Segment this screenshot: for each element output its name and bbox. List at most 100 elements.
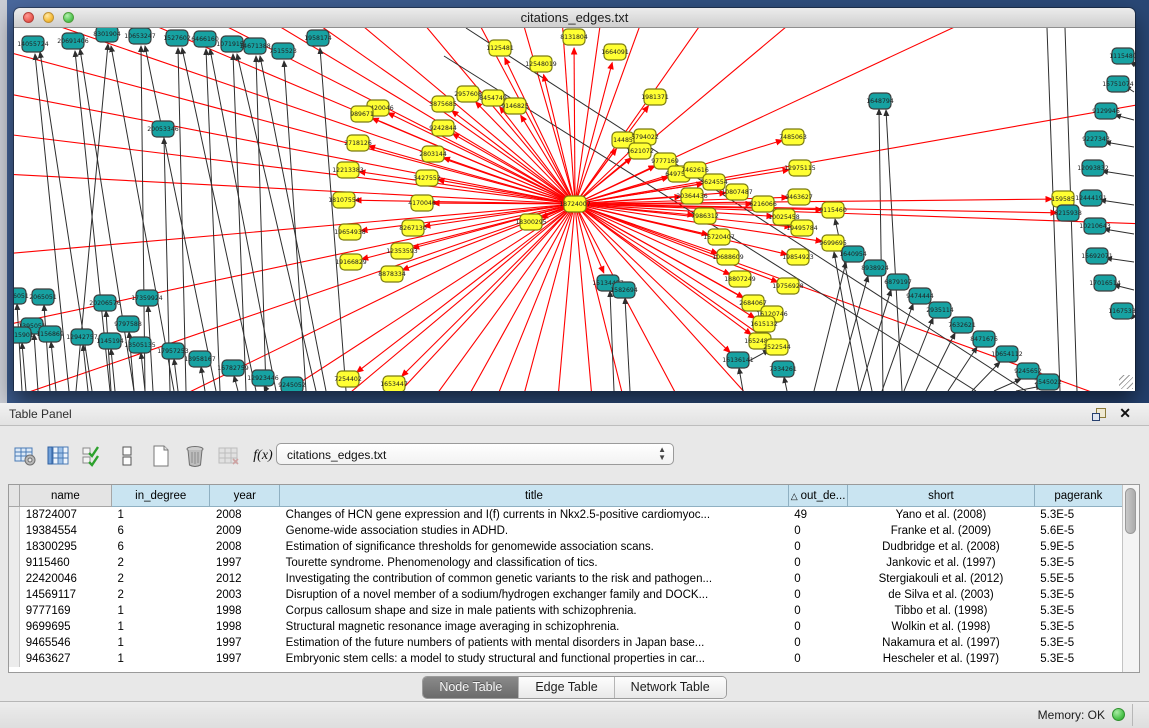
table-row[interactable]: 1872400712008Changes of HCN gene express…	[9, 507, 1123, 524]
network-node[interactable]: 2516051	[14, 288, 29, 304]
network-node[interactable]: 1648794	[866, 93, 894, 109]
network-node[interactable]: 1615132	[750, 316, 778, 332]
network-node[interactable]: 10807487	[721, 184, 753, 200]
network-node[interactable]: 2522544	[763, 339, 791, 355]
network-node[interactable]: 3624554	[700, 174, 728, 190]
table-row[interactable]: 1830029562008Estimation of significance …	[9, 539, 1123, 555]
network-node[interactable]: 1125481	[486, 40, 514, 56]
show-columns-icon[interactable]	[44, 442, 74, 470]
network-node[interactable]: 2545022	[1034, 374, 1062, 390]
select-rows-icon[interactable]	[78, 442, 108, 470]
window-resize-grip[interactable]	[1119, 375, 1133, 389]
network-node[interactable]: 3915901	[14, 327, 34, 343]
merge-tables-icon[interactable]	[112, 442, 142, 470]
network-node[interactable]: 1621072	[626, 143, 654, 159]
network-node[interactable]: 19654938	[334, 224, 366, 240]
network-node[interactable]: 8471676	[970, 331, 998, 347]
network-node[interactable]: 1653447	[380, 376, 408, 391]
tab-node-table[interactable]: Node Table	[423, 677, 519, 698]
table-settings-icon[interactable]	[10, 442, 40, 470]
network-node[interactable]: 9115460	[819, 202, 847, 218]
network-node[interactable]: 1115480	[1109, 48, 1135, 64]
network-node[interactable]: 6466160	[191, 31, 219, 47]
network-node[interactable]: 3875685	[429, 96, 457, 112]
network-node[interactable]: 9227343	[1082, 131, 1110, 147]
network-node[interactable]: 1527602	[163, 30, 191, 46]
network-node[interactable]: 1640954	[839, 246, 867, 262]
network-node[interactable]: 9797588	[114, 316, 142, 332]
network-node[interactable]: 12923446	[247, 370, 279, 386]
table-row[interactable]: 1938455462009Genome-wide association stu…	[9, 523, 1123, 539]
network-node[interactable]: 7254402	[334, 371, 362, 387]
scrollbar-thumb[interactable]	[1125, 488, 1136, 534]
network-node[interactable]: 9474444	[906, 288, 934, 304]
network-node[interactable]: 6216066	[749, 196, 777, 212]
network-node[interactable]: 12213383	[332, 162, 364, 178]
tab-edge-table[interactable]: Edge Table	[519, 677, 614, 698]
network-node[interactable]: 7986312	[691, 208, 719, 224]
network-node[interactable]: 10688609	[712, 249, 744, 265]
network-node[interactable]: 19854923	[782, 249, 814, 265]
network-node[interactable]: 20691406	[57, 33, 89, 49]
network-node[interactable]: 9146825	[501, 98, 529, 114]
network-node[interactable]: 18300295	[515, 214, 547, 230]
network-node[interactable]: 14055724	[17, 36, 49, 52]
network-node[interactable]: 9245052	[278, 377, 306, 391]
network-node[interactable]: 1664091	[601, 44, 629, 60]
network-node[interactable]: 6879197	[884, 274, 912, 290]
network-node[interactable]: 7334261	[769, 361, 797, 377]
network-node[interactable]: 2935114	[926, 302, 954, 318]
network-node[interactable]: 16136141	[722, 352, 754, 368]
network-node[interactable]: 1981371	[641, 89, 669, 105]
network-node[interactable]: 18107554	[328, 192, 360, 208]
network-window-titlebar[interactable]: citations_edges.txt	[14, 8, 1135, 28]
network-node[interactable]: 2803144	[419, 146, 447, 162]
network-node[interactable]: 7632621	[948, 317, 976, 333]
network-node[interactable]: 10653247	[124, 28, 156, 44]
column-header-name[interactable]: name	[19, 485, 111, 507]
network-node[interactable]: 7515523	[269, 43, 297, 59]
column-header-pagerank[interactable]: pagerank	[1034, 485, 1122, 507]
table-vertical-scrollbar[interactable]	[1122, 485, 1139, 672]
network-node[interactable]: 10210643	[1079, 218, 1111, 234]
delete-table-icon[interactable]	[180, 442, 210, 470]
network-node[interactable]: 8131804	[560, 29, 588, 45]
network-view-canvas[interactable]: 1872400718300295224200469896712718126122…	[14, 28, 1135, 391]
table-row[interactable]: 946554611997Estimation of the future num…	[9, 635, 1123, 651]
close-panel-icon[interactable]: ✕	[1119, 405, 1131, 422]
network-node[interactable]: 8938924	[861, 260, 889, 276]
network-node[interactable]: 12444191	[1075, 190, 1107, 206]
network-node[interactable]: 8301904	[93, 28, 121, 42]
network-node[interactable]: 17016514	[1089, 275, 1121, 291]
column-header-out-de-[interactable]: △out_de...	[788, 485, 847, 507]
network-node[interactable]: 12353593	[386, 243, 418, 259]
network-node[interactable]: 15692071	[1081, 248, 1113, 264]
network-node[interactable]: 1167533	[1108, 303, 1135, 319]
network-node[interactable]: 18807249	[724, 271, 756, 287]
network-node[interactable]: 19166829	[335, 254, 367, 270]
network-node[interactable]: 989671	[350, 106, 374, 122]
new-table-icon[interactable]	[146, 442, 176, 470]
network-node[interactable]: 1156869	[36, 326, 64, 342]
network-node[interactable]: 19756928	[772, 278, 804, 294]
table-row[interactable]: 911546021997Tourette syndrome. Phenomeno…	[9, 555, 1123, 571]
function-builder-icon[interactable]: f(x)	[248, 442, 278, 470]
network-node[interactable]: 9129946	[1092, 103, 1120, 119]
citation-network-graph[interactable]: 1872400718300295224200469896712718126122…	[14, 28, 1135, 391]
network-node[interactable]: 13958167	[184, 351, 216, 367]
network-node[interactable]: 10654112	[991, 346, 1023, 362]
table-row[interactable]: 2242004622012Investigating the contribut…	[9, 571, 1123, 587]
network-node[interactable]: 2957608	[454, 86, 482, 102]
table-row[interactable]: 969969511998Structural magnetic resonanc…	[9, 619, 1123, 635]
network-node[interactable]: 18724007	[559, 196, 591, 212]
network-node[interactable]: 8215938	[1054, 205, 1082, 221]
network-node[interactable]: 2065051	[29, 289, 57, 305]
network-node[interactable]: 12975115	[784, 160, 816, 176]
network-node[interactable]: 13505135	[124, 337, 156, 353]
table-selector-dropdown[interactable]: citations_edges.txt ▲▼	[276, 443, 674, 465]
network-node[interactable]: 12548019	[525, 56, 557, 72]
network-node[interactable]: 8267130	[399, 220, 427, 236]
network-node[interactable]: 2718126	[344, 135, 372, 151]
network-node[interactable]: 9463627	[785, 189, 813, 205]
network-node[interactable]: 7485063	[779, 129, 807, 145]
